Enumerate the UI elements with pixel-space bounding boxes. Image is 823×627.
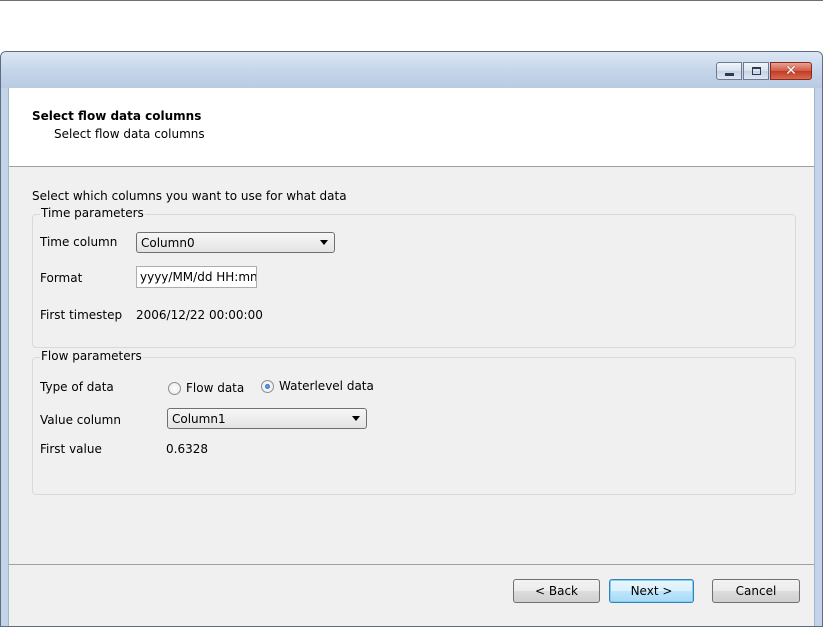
value-column-label: Value column — [40, 413, 121, 427]
radio-flow-data[interactable]: Flow data — [168, 381, 244, 395]
radio-waterlevel-data[interactable]: Waterlevel data — [261, 379, 374, 393]
flow-parameters-group — [32, 357, 796, 495]
format-label: Format — [40, 271, 83, 285]
minimize-icon — [724, 72, 734, 76]
screen-top-line — [0, 0, 823, 1]
close-icon: ✕ — [785, 63, 797, 79]
close-button[interactable]: ✕ — [770, 62, 812, 80]
time-column-value: Column0 — [141, 235, 195, 250]
page-title: Select flow data columns — [32, 109, 202, 123]
title-bar[interactable]: ✕ — [1, 52, 822, 88]
instruction-text: Select which columns you want to use for… — [32, 189, 347, 203]
format-input[interactable]: yyyy/MM/dd HH:mn — [136, 266, 257, 288]
time-column-select[interactable]: Column0 — [136, 232, 335, 253]
back-button[interactable]: < Back — [513, 579, 600, 603]
value-column-select[interactable]: Column1 — [167, 408, 367, 429]
first-value-label: First value — [40, 442, 102, 456]
first-timestep-label: First timestep — [40, 308, 123, 322]
time-parameters-label: Time parameters — [40, 206, 145, 220]
chevron-down-icon — [352, 416, 360, 421]
value-column-value: Column1 — [172, 411, 226, 426]
radio-flow-data-circle[interactable] — [168, 381, 181, 395]
page-subtitle: Select flow data columns — [54, 127, 205, 141]
type-of-data-label: Type of data — [40, 380, 114, 394]
first-value-value: 0.6328 — [166, 442, 208, 456]
wizard-window: ✕ Select flow data columns Select flow d… — [0, 51, 823, 627]
maximize-button[interactable] — [743, 62, 769, 80]
cancel-button[interactable]: Cancel — [712, 579, 800, 603]
radio-waterlevel-data-label: Waterlevel data — [279, 379, 374, 393]
first-timestep-value: 2006/12/22 00:00:00 — [136, 308, 263, 322]
radio-waterlevel-data-circle[interactable] — [261, 379, 274, 393]
next-button[interactable]: Next > — [609, 579, 694, 603]
radio-flow-data-label: Flow data — [186, 381, 245, 395]
wizard-client-area: Select flow data columns Select flow dat… — [8, 88, 815, 626]
footer-divider — [9, 564, 814, 565]
time-column-label: Time column — [40, 235, 118, 249]
chevron-down-icon — [320, 240, 328, 245]
maximize-icon — [751, 67, 761, 75]
minimize-button[interactable] — [716, 62, 742, 80]
flow-parameters-label: Flow parameters — [40, 349, 143, 363]
wizard-header: Select flow data columns Select flow dat… — [9, 88, 814, 167]
caption-buttons: ✕ — [716, 62, 812, 80]
